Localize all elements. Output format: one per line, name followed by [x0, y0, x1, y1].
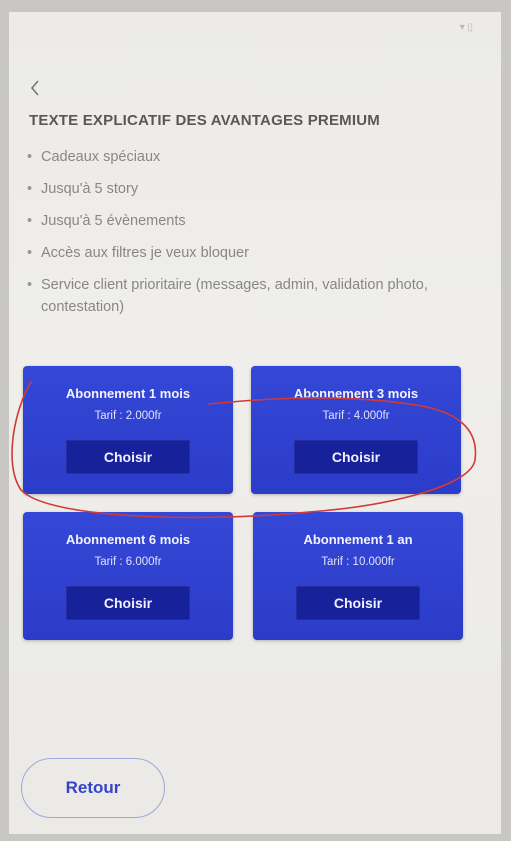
bullet-icon: • [27, 245, 33, 261]
bullet-icon: • [27, 213, 33, 229]
chevron-left-icon[interactable] [29, 78, 45, 98]
plan-price: Tarif : 4.000fr [322, 410, 390, 422]
chevron-left-icon-glyph [30, 80, 39, 96]
bullet-icon: • [27, 277, 33, 293]
choose-1-year-button[interactable]: Choisir [296, 586, 420, 620]
benefit-text: Cadeaux spéciaux [41, 149, 161, 165]
choose-6-months-button[interactable]: Choisir [66, 586, 190, 620]
plan-card-1-year: Abonnement 1 an Tarif : 10.000fr Choisir [253, 512, 463, 640]
choose-3-months-button[interactable]: Choisir [294, 440, 418, 474]
benefit-item: • Accès aux filtres je veux bloquer [27, 242, 467, 264]
plan-name: Abonnement 3 mois [293, 386, 419, 401]
plan-card-6-months: Abonnement 6 mois Tarif : 6.000fr Choisi… [23, 512, 233, 640]
status-bar: ▾ ▯ [9, 12, 501, 46]
benefit-text: Accès aux filtres je veux bloquer [41, 245, 249, 261]
photo-frame: ▾ ▯ TEXTE EXPLICATIF DES AVANTAGES PREMI… [0, 0, 511, 841]
plan-name: Abonnement 6 mois [65, 532, 191, 547]
benefit-text: Service client prioritaire (messages, ad… [41, 277, 428, 315]
plan-card-1-month: Abonnement 1 mois Tarif : 2.000fr Choisi… [23, 366, 233, 494]
benefit-text: Jusqu'à 5 story [41, 181, 139, 197]
plan-price: Tarif : 2.000fr [94, 410, 162, 422]
plan-price: Tarif : 6.000fr [94, 556, 162, 568]
benefit-text: Jusqu'à 5 évènements [41, 213, 186, 229]
benefit-item: • Jusqu'à 5 évènements [27, 210, 467, 232]
plan-name: Abonnement 1 mois [65, 386, 191, 401]
plan-price: Tarif : 10.000fr [321, 556, 395, 568]
plan-name: Abonnement 1 an [303, 532, 413, 547]
page-title: TEXTE EXPLICATIF DES AVANTAGES PREMIUM [29, 112, 380, 129]
benefit-item: • Service client prioritaire (messages, … [27, 274, 467, 318]
benefits-list: • Cadeaux spéciaux • Jusqu'à 5 story • J… [27, 146, 467, 328]
benefit-item: • Cadeaux spéciaux [27, 146, 467, 168]
bullet-icon: • [27, 181, 33, 197]
back-button[interactable]: Retour [21, 758, 165, 818]
benefit-item: • Jusqu'à 5 story [27, 178, 467, 200]
bullet-icon: • [27, 149, 33, 165]
plan-card-3-months: Abonnement 3 mois Tarif : 4.000fr Choisi… [251, 366, 461, 494]
phone-screen: ▾ ▯ TEXTE EXPLICATIF DES AVANTAGES PREMI… [9, 12, 501, 834]
status-bar-icons: ▾ ▯ [459, 22, 473, 33]
choose-1-month-button[interactable]: Choisir [66, 440, 190, 474]
subscription-plans: Abonnement 1 mois Tarif : 2.000fr Choisi… [19, 366, 491, 656]
